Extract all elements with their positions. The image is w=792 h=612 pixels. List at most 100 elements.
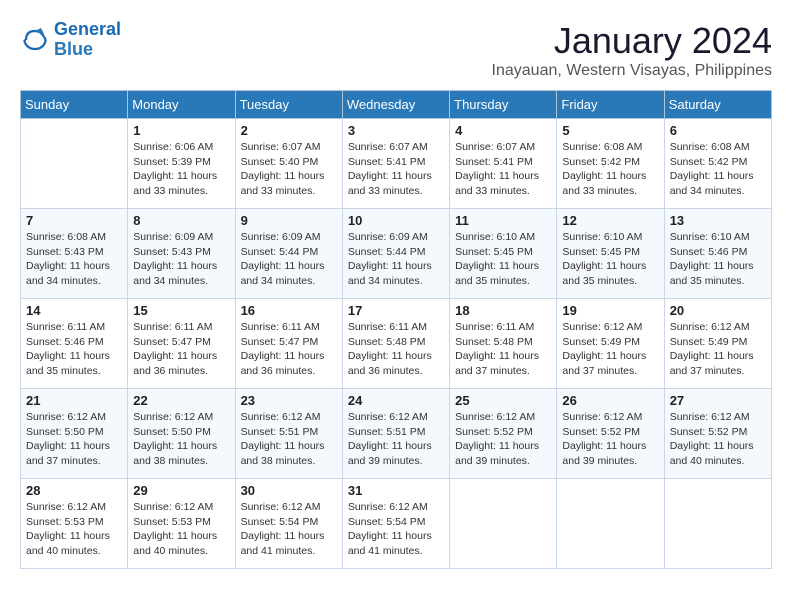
calendar-body: 1 Sunrise: 6:06 AM Sunset: 5:39 PM Daylig…: [21, 119, 772, 569]
logo-general: General: [54, 19, 121, 39]
cell-info: Sunrise: 6:09 AM Sunset: 5:44 PM Dayligh…: [241, 230, 337, 289]
cell-info: Sunrise: 6:06 AM Sunset: 5:39 PM Dayligh…: [133, 140, 229, 199]
calendar-day-header: Sunday: [21, 91, 128, 119]
day-number: 21: [26, 393, 122, 408]
cell-info: Sunrise: 6:11 AM Sunset: 5:48 PM Dayligh…: [455, 320, 551, 379]
calendar-cell: 28 Sunrise: 6:12 AM Sunset: 5:53 PM Dayli…: [21, 479, 128, 569]
calendar-cell: 31 Sunrise: 6:12 AM Sunset: 5:54 PM Dayli…: [342, 479, 449, 569]
calendar-cell: 2 Sunrise: 6:07 AM Sunset: 5:40 PM Daylig…: [235, 119, 342, 209]
cell-info: Sunrise: 6:12 AM Sunset: 5:49 PM Dayligh…: [562, 320, 658, 379]
day-number: 24: [348, 393, 444, 408]
day-number: 4: [455, 123, 551, 138]
day-number: 26: [562, 393, 658, 408]
calendar-cell: 22Sunrise: 6:12 AM Sunset: 5:50 PM Dayli…: [128, 389, 235, 479]
cell-info: Sunrise: 6:09 AM Sunset: 5:44 PM Dayligh…: [348, 230, 444, 289]
cell-info: Sunrise: 6:08 AM Sunset: 5:42 PM Dayligh…: [670, 140, 766, 199]
calendar-cell: 12 Sunrise: 6:10 AM Sunset: 5:45 PM Dayli…: [557, 209, 664, 299]
calendar-table: SundayMondayTuesdayWednesdayThursdayFrid…: [20, 90, 772, 569]
calendar-cell: [664, 479, 771, 569]
calendar-cell: 24 Sunrise: 6:12 AM Sunset: 5:51 PM Dayli…: [342, 389, 449, 479]
day-number: 8: [133, 213, 229, 228]
calendar-cell: 15 Sunrise: 6:11 AM Sunset: 5:47 PM Dayli…: [128, 299, 235, 389]
cell-info: Sunrise: 6:12 AM Sunset: 5:54 PM Dayligh…: [348, 500, 444, 559]
calendar-cell: 29 Sunrise: 6:12 AM Sunset: 5:53 PM Dayli…: [128, 479, 235, 569]
month-title: January 2024: [492, 20, 772, 62]
calendar-cell: 3 Sunrise: 6:07 AM Sunset: 5:41 PM Daylig…: [342, 119, 449, 209]
calendar-cell: [21, 119, 128, 209]
title-block: January 2024 Inayauan, Western Visayas, …: [492, 20, 772, 80]
page-header: General Blue January 2024 Inayauan, West…: [20, 20, 772, 80]
cell-info: Sunrise: 6:11 AM Sunset: 5:47 PM Dayligh…: [133, 320, 229, 379]
cell-info: Sunrise: 6:12 AM Sunset: 5:54 PM Dayligh…: [241, 500, 337, 559]
calendar-cell: 8 Sunrise: 6:09 AM Sunset: 5:43 PM Daylig…: [128, 209, 235, 299]
day-number: 28: [26, 483, 122, 498]
calendar-day-header: Thursday: [450, 91, 557, 119]
calendar-cell: 9Sunrise: 6:09 AM Sunset: 5:44 PM Daylig…: [235, 209, 342, 299]
cell-info: Sunrise: 6:12 AM Sunset: 5:50 PM Dayligh…: [133, 410, 229, 469]
day-number: 17: [348, 303, 444, 318]
cell-info: Sunrise: 6:12 AM Sunset: 5:53 PM Dayligh…: [133, 500, 229, 559]
day-number: 15: [133, 303, 229, 318]
calendar-header-row: SundayMondayTuesdayWednesdayThursdayFrid…: [21, 91, 772, 119]
location-title: Inayauan, Western Visayas, Philippines: [492, 62, 772, 80]
day-number: 3: [348, 123, 444, 138]
calendar-week-row: 21 Sunrise: 6:12 AM Sunset: 5:50 PM Dayli…: [21, 389, 772, 479]
calendar-cell: 26 Sunrise: 6:12 AM Sunset: 5:52 PM Dayli…: [557, 389, 664, 479]
cell-info: Sunrise: 6:10 AM Sunset: 5:46 PM Dayligh…: [670, 230, 766, 289]
cell-info: Sunrise: 6:09 AM Sunset: 5:43 PM Dayligh…: [133, 230, 229, 289]
cell-info: Sunrise: 6:11 AM Sunset: 5:48 PM Dayligh…: [348, 320, 444, 379]
day-number: 20: [670, 303, 766, 318]
cell-info: Sunrise: 6:11 AM Sunset: 5:47 PM Dayligh…: [241, 320, 337, 379]
cell-info: Sunrise: 6:12 AM Sunset: 5:53 PM Dayligh…: [26, 500, 122, 559]
calendar-day-header: Saturday: [664, 91, 771, 119]
calendar-cell: 1 Sunrise: 6:06 AM Sunset: 5:39 PM Daylig…: [128, 119, 235, 209]
day-number: 10: [348, 213, 444, 228]
day-number: 29: [133, 483, 229, 498]
cell-info: Sunrise: 6:11 AM Sunset: 5:46 PM Dayligh…: [26, 320, 122, 379]
calendar-day-header: Friday: [557, 91, 664, 119]
calendar-day-header: Tuesday: [235, 91, 342, 119]
day-number: 25: [455, 393, 551, 408]
calendar-cell: 21 Sunrise: 6:12 AM Sunset: 5:50 PM Dayli…: [21, 389, 128, 479]
calendar-cell: 10 Sunrise: 6:09 AM Sunset: 5:44 PM Dayli…: [342, 209, 449, 299]
cell-info: Sunrise: 6:07 AM Sunset: 5:41 PM Dayligh…: [348, 140, 444, 199]
calendar-cell: 25Sunrise: 6:12 AM Sunset: 5:52 PM Dayli…: [450, 389, 557, 479]
day-number: 2: [241, 123, 337, 138]
cell-info: Sunrise: 6:10 AM Sunset: 5:45 PM Dayligh…: [455, 230, 551, 289]
calendar-week-row: 14Sunrise: 6:11 AM Sunset: 5:46 PM Dayli…: [21, 299, 772, 389]
cell-info: Sunrise: 6:12 AM Sunset: 5:51 PM Dayligh…: [348, 410, 444, 469]
cell-info: Sunrise: 6:08 AM Sunset: 5:43 PM Dayligh…: [26, 230, 122, 289]
logo-icon: [20, 25, 50, 55]
calendar-cell: 7 Sunrise: 6:08 AM Sunset: 5:43 PM Daylig…: [21, 209, 128, 299]
calendar-cell: [450, 479, 557, 569]
calendar-cell: 20 Sunrise: 6:12 AM Sunset: 5:49 PM Dayli…: [664, 299, 771, 389]
calendar-cell: 11 Sunrise: 6:10 AM Sunset: 5:45 PM Dayli…: [450, 209, 557, 299]
day-number: 7: [26, 213, 122, 228]
logo-text: General Blue: [54, 20, 121, 60]
cell-info: Sunrise: 6:12 AM Sunset: 5:51 PM Dayligh…: [241, 410, 337, 469]
day-number: 18: [455, 303, 551, 318]
cell-info: Sunrise: 6:07 AM Sunset: 5:41 PM Dayligh…: [455, 140, 551, 199]
calendar-cell: 27Sunrise: 6:12 AM Sunset: 5:52 PM Dayli…: [664, 389, 771, 479]
cell-info: Sunrise: 6:08 AM Sunset: 5:42 PM Dayligh…: [562, 140, 658, 199]
day-number: 11: [455, 213, 551, 228]
cell-info: Sunrise: 6:12 AM Sunset: 5:49 PM Dayligh…: [670, 320, 766, 379]
calendar-day-header: Monday: [128, 91, 235, 119]
cell-info: Sunrise: 6:12 AM Sunset: 5:52 PM Dayligh…: [562, 410, 658, 469]
day-number: 12: [562, 213, 658, 228]
cell-info: Sunrise: 6:10 AM Sunset: 5:45 PM Dayligh…: [562, 230, 658, 289]
day-number: 6: [670, 123, 766, 138]
calendar-week-row: 28 Sunrise: 6:12 AM Sunset: 5:53 PM Dayli…: [21, 479, 772, 569]
day-number: 27: [670, 393, 766, 408]
calendar-cell: 14Sunrise: 6:11 AM Sunset: 5:46 PM Dayli…: [21, 299, 128, 389]
calendar-cell: 4 Sunrise: 6:07 AM Sunset: 5:41 PM Daylig…: [450, 119, 557, 209]
day-number: 1: [133, 123, 229, 138]
calendar-day-header: Wednesday: [342, 91, 449, 119]
calendar-cell: 16Sunrise: 6:11 AM Sunset: 5:47 PM Dayli…: [235, 299, 342, 389]
calendar-cell: 6 Sunrise: 6:08 AM Sunset: 5:42 PM Daylig…: [664, 119, 771, 209]
cell-info: Sunrise: 6:07 AM Sunset: 5:40 PM Dayligh…: [241, 140, 337, 199]
day-number: 31: [348, 483, 444, 498]
cell-info: Sunrise: 6:12 AM Sunset: 5:50 PM Dayligh…: [26, 410, 122, 469]
calendar-cell: 5Sunrise: 6:08 AM Sunset: 5:42 PM Daylig…: [557, 119, 664, 209]
calendar-cell: 23Sunrise: 6:12 AM Sunset: 5:51 PM Dayli…: [235, 389, 342, 479]
